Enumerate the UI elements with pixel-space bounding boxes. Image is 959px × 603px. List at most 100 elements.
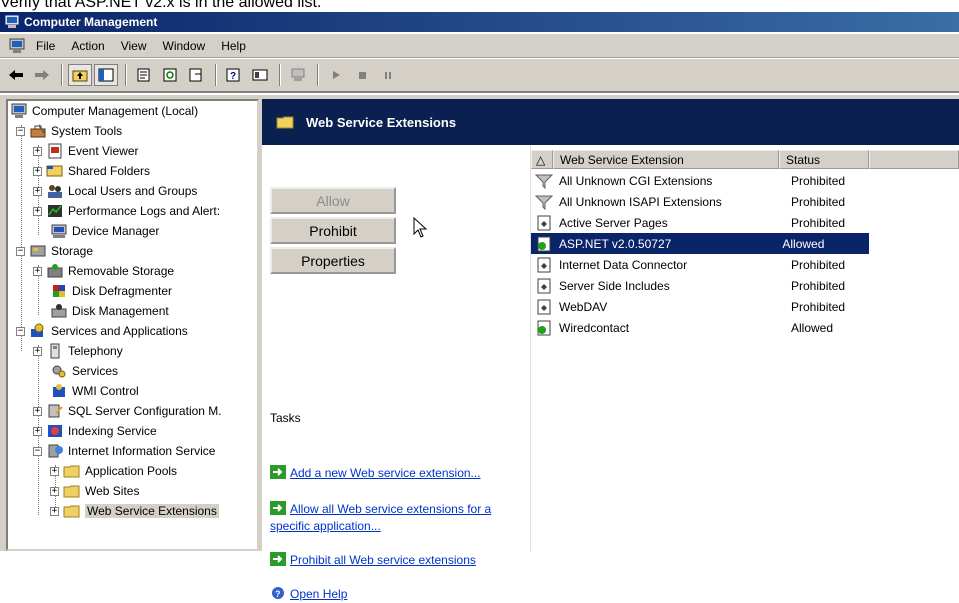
tree-item-shared-folders[interactable]: + Shared Folders — [33, 161, 150, 181]
back-button[interactable] — [4, 64, 28, 86]
toolbox-icon — [30, 124, 46, 138]
menu-help[interactable]: Help — [215, 39, 256, 53]
expand-toggle[interactable]: + — [50, 506, 59, 516]
tree-item-web-service-extensions[interactable]: + Web Service Extensions — [50, 501, 219, 521]
sort-ascending-icon: △ — [536, 152, 546, 167]
tree-item-local-users[interactable]: + Local Users and Groups — [33, 181, 197, 201]
expand-toggle[interactable]: + — [33, 206, 42, 216]
expand-toggle[interactable]: + — [33, 406, 42, 416]
task-link-label: Open Help — [290, 587, 348, 601]
column-header-extension[interactable]: Web Service Extension — [553, 150, 779, 169]
forward-button[interactable] — [30, 64, 54, 86]
collapse-toggle[interactable]: − — [16, 246, 25, 256]
allow-all-for-application-link[interactable]: Allow all Web service extensions for a s… — [270, 501, 491, 535]
list-row-selected[interactable]: ASP.NET v2.0.50727 Allowed — [531, 233, 869, 254]
expand-toggle[interactable]: + — [33, 346, 42, 356]
prohibit-all-link[interactable]: Prohibit all Web service extensions — [270, 552, 476, 569]
properties-button[interactable]: Properties — [270, 247, 396, 274]
green-arrow-icon — [270, 465, 286, 479]
green-arrow-icon — [270, 552, 286, 566]
pause-service-button[interactable] — [376, 64, 400, 86]
computer-management-icon — [5, 15, 19, 28]
prohibit-button[interactable]: Prohibit — [270, 217, 396, 244]
expand-toggle[interactable]: + — [33, 166, 42, 176]
tree-item-computer-management[interactable]: Computer Management (Local) — [10, 101, 198, 121]
help-button[interactable]: ? — [222, 64, 246, 86]
mmc-document-icon[interactable] — [8, 38, 26, 54]
list-row[interactable]: Active Server Pages Prohibited — [531, 212, 881, 233]
mouse-cursor-icon — [413, 217, 428, 238]
expand-toggle[interactable]: + — [33, 186, 42, 196]
tree-item-wmi-control[interactable]: WMI Control — [50, 381, 139, 401]
toolbar-separator — [215, 64, 217, 86]
tree-item-sql-server-configuration[interactable]: + SQL Server Configuration M. — [33, 401, 222, 421]
allow-button[interactable]: Allow — [270, 187, 396, 214]
tree-item-disk-defragmenter[interactable]: Disk Defragmenter — [50, 281, 172, 301]
show-hide-tree-button[interactable] — [94, 64, 118, 86]
tree-item-web-sites[interactable]: + Web Sites — [50, 481, 139, 501]
menu-file[interactable]: File — [30, 39, 65, 53]
column-header-status[interactable]: Status — [779, 150, 869, 169]
menu-action[interactable]: Action — [65, 39, 114, 53]
refresh-button[interactable] — [158, 64, 182, 86]
tree-item-iis[interactable]: − Internet Information Service — [33, 441, 215, 461]
tree-item-indexing-service[interactable]: + Indexing Service — [33, 421, 157, 441]
menu-view[interactable]: View — [115, 39, 157, 53]
sql-server-icon — [48, 404, 63, 418]
extension-status: Prohibited — [791, 194, 846, 209]
up-one-level-button[interactable] — [68, 64, 92, 86]
folder-icon — [63, 465, 80, 478]
window-title-bar[interactable]: Computer Management — [0, 12, 959, 32]
list-row[interactable]: All Unknown CGI Extensions Prohibited — [531, 170, 881, 191]
tree-item-label: Indexing Service — [68, 424, 157, 438]
mmc-view-button[interactable] — [248, 64, 272, 86]
tree-item-telephony[interactable]: + Telephony — [33, 341, 123, 361]
filter-funnel-icon — [535, 195, 553, 210]
tree-item-performance-logs[interactable]: + Performance Logs and Alert: — [33, 201, 220, 221]
tree-item-services-and-applications[interactable]: − Services and Applications — [16, 321, 188, 341]
tree-item-label: Telephony — [68, 344, 123, 358]
extension-status: Prohibited — [791, 299, 846, 314]
extensions-list[interactable]: △ Web Service Extension Status All Unkno… — [530, 145, 959, 551]
console-tree[interactable]: Computer Management (Local) − System Too… — [6, 99, 259, 551]
list-row[interactable]: Wiredcontact Allowed — [531, 317, 881, 338]
list-row[interactable]: Server Side Includes Prohibited — [531, 275, 881, 296]
expand-toggle[interactable]: + — [50, 486, 59, 496]
collapse-toggle[interactable]: − — [16, 326, 25, 336]
list-row[interactable]: WebDAV Prohibited — [531, 296, 881, 317]
extension-name: Server Side Includes — [559, 278, 670, 293]
event-viewer-icon — [48, 143, 62, 159]
list-row[interactable]: Internet Data Connector Prohibited — [531, 254, 881, 275]
tree-item-application-pools[interactable]: + Application Pools — [50, 461, 177, 481]
defragmenter-icon — [53, 285, 65, 297]
collapse-toggle[interactable]: − — [16, 126, 25, 136]
expand-toggle[interactable]: + — [33, 146, 42, 156]
stop-service-button[interactable] — [350, 64, 374, 86]
list-row[interactable]: All Unknown ISAPI Extensions Prohibited — [531, 191, 881, 212]
sort-column-header[interactable]: △ — [531, 150, 553, 169]
tree-item-system-tools[interactable]: − System Tools — [16, 121, 122, 141]
menu-window[interactable]: Window — [157, 39, 216, 53]
tree-item-event-viewer[interactable]: + Event Viewer — [33, 141, 138, 161]
disk-management-icon — [51, 304, 67, 318]
collapse-toggle[interactable]: − — [33, 446, 42, 456]
connect-button[interactable] — [286, 64, 310, 86]
removable-storage-icon — [47, 264, 63, 278]
expand-toggle[interactable]: + — [33, 266, 42, 276]
extension-status: Allowed — [791, 320, 834, 335]
properties-button[interactable] — [132, 64, 156, 86]
tree-item-removable-storage[interactable]: + Removable Storage — [33, 261, 174, 281]
column-header-empty[interactable] — [869, 150, 959, 169]
tree-item-storage[interactable]: − Storage — [16, 241, 93, 261]
expand-toggle[interactable]: + — [50, 466, 59, 476]
tree-item-services[interactable]: Services — [50, 361, 118, 381]
tree-item-disk-management[interactable]: Disk Management — [50, 301, 169, 321]
tree-item-device-manager[interactable]: Device Manager — [50, 221, 159, 241]
export-list-button[interactable] — [184, 64, 208, 86]
expand-toggle[interactable]: + — [33, 426, 42, 436]
tree-item-label: SQL Server Configuration M. — [68, 404, 222, 418]
extension-name: Wiredcontact — [559, 320, 630, 335]
open-help-link[interactable]: ? Open Help — [270, 586, 347, 603]
add-extension-link[interactable]: Add a new Web service extension... — [270, 465, 481, 482]
start-service-button[interactable] — [324, 64, 348, 86]
